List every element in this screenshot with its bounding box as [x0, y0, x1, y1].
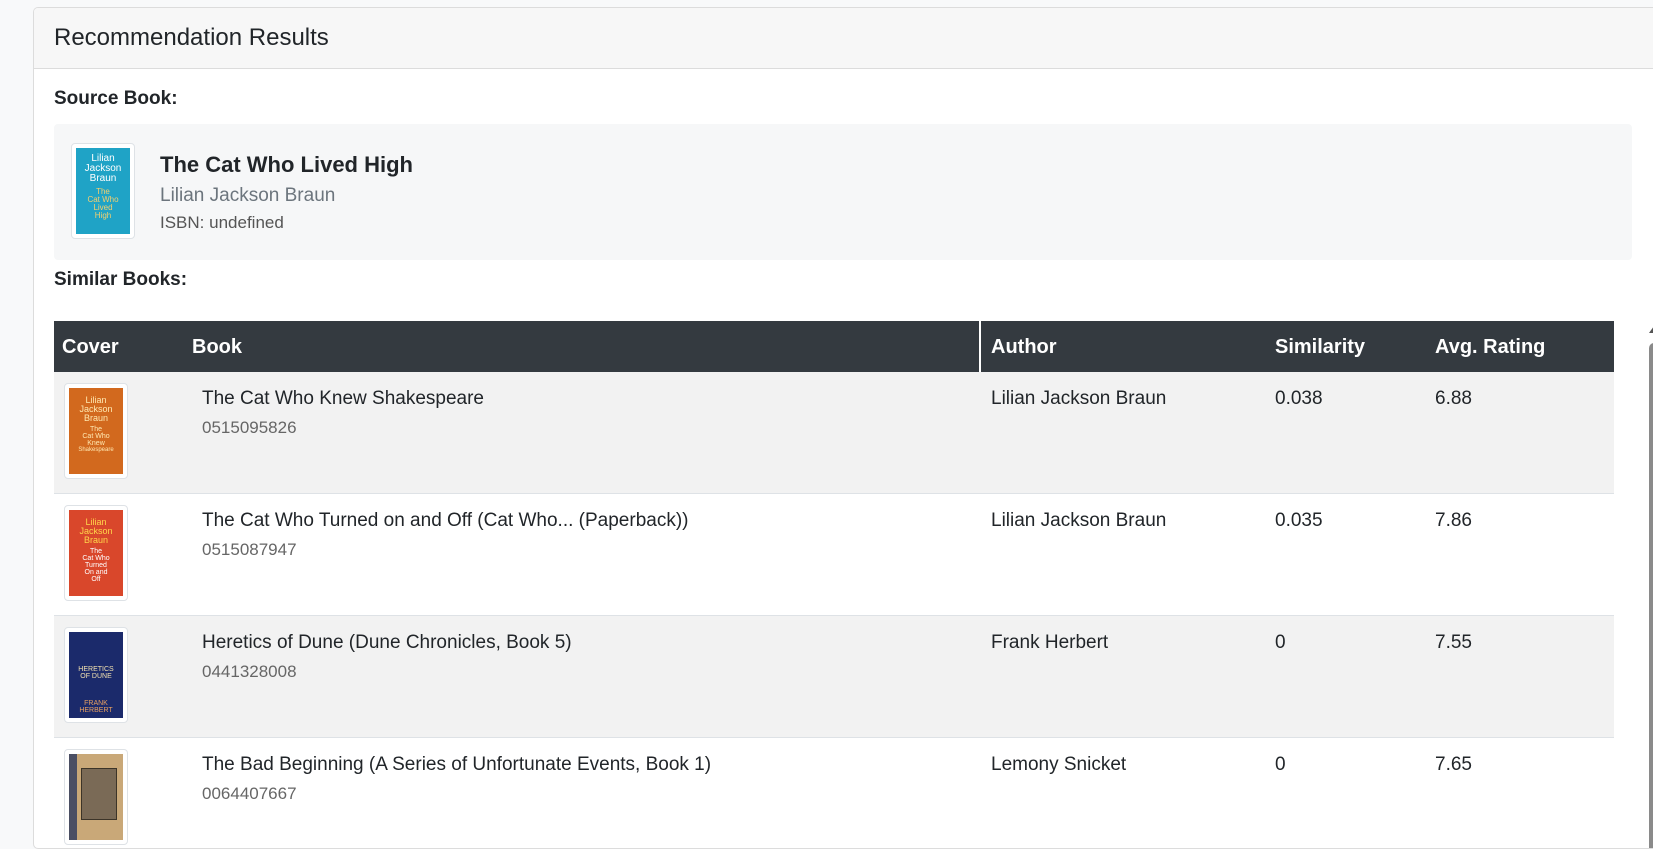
cover-text-line: Turned	[85, 562, 107, 569]
cover-text-line: Knew	[87, 440, 105, 447]
cover-text-line: On and	[84, 569, 108, 576]
source-book-title: The Cat Who Lived High	[160, 152, 413, 177]
book-cover: Lilian Jackson Braun The Cat Who Knew Sh…	[64, 383, 128, 479]
source-book-panel: Lilian Jackson Braun The Cat Who Lived H…	[54, 124, 1632, 260]
cover-text-line: FRANK	[84, 700, 108, 707]
cover-text-line: Braun	[83, 413, 109, 423]
scroll-up-arrow-icon[interactable]	[1649, 326, 1653, 333]
book-author: Lemony Snicket	[991, 754, 1127, 775]
cover-text-line: Off	[91, 576, 101, 583]
average-rating: 7.55	[1435, 632, 1472, 653]
table-scrollbar[interactable]	[1647, 321, 1653, 848]
cover-text-line: Braun	[89, 173, 117, 184]
average-rating: 7.65	[1435, 754, 1472, 775]
book-title: The Cat Who Knew Shakespeare	[202, 388, 484, 409]
table-row[interactable]: The Bad Beginning (A Series of Unfortuna…	[54, 738, 1614, 848]
source-book-isbn: ISBN: undefined	[160, 213, 284, 232]
source-book-label: Source Book:	[54, 88, 178, 109]
column-header-book[interactable]: Book	[192, 336, 242, 359]
cover-text-line: HERBERT	[79, 707, 113, 714]
cover-text-line: Cat Who	[82, 433, 110, 440]
book-cover: HERETICS OF DUNE FRANK HERBERT	[64, 627, 128, 723]
book-cover: Lilian Jackson Braun The Cat Who Turned …	[64, 505, 128, 601]
page-title: Recommendation Results	[54, 24, 329, 51]
similarity-score: 0	[1275, 632, 1286, 653]
source-book-author: Lilian Jackson Braun	[160, 185, 336, 206]
book-author: Lilian Jackson Braun	[991, 510, 1167, 531]
book-title: Heretics of Dune (Dune Chronicles, Book …	[202, 632, 572, 653]
book-isbn: 0064407667	[202, 784, 297, 803]
column-header-similarity[interactable]: Similarity	[1275, 336, 1365, 359]
column-header-rating[interactable]: Avg. Rating	[1435, 336, 1545, 359]
table-header: Cover Book Author Similarity Avg. Rating	[54, 321, 1614, 372]
book-isbn: 0441328008	[202, 662, 297, 681]
cover-text-line: OF DUNE	[80, 673, 112, 680]
column-header-author[interactable]: Author	[991, 336, 1057, 359]
similar-books-label: Similar Books:	[54, 269, 188, 290]
table-row[interactable]: Lilian Jackson Braun The Cat Who Turned …	[54, 494, 1614, 616]
table-row[interactable]: HERETICS OF DUNE FRANK HERBERT Heretics …	[54, 616, 1614, 738]
cover-text-line: HERETICS	[78, 666, 114, 673]
cover-text-line: The	[89, 426, 103, 433]
similarity-score: 0	[1275, 754, 1286, 775]
similarity-score: 0.035	[1275, 510, 1323, 531]
cover-image: Lilian Jackson Braun The Cat Who Lived H…	[76, 148, 130, 234]
cover-image: Lilian Jackson Braun The Cat Who Knew Sh…	[69, 388, 123, 474]
cover-image	[69, 754, 123, 840]
cover-text-line: The	[89, 548, 103, 555]
book-cover	[64, 749, 128, 845]
column-divider	[979, 321, 981, 372]
table-row[interactable]: Lilian Jackson Braun The Cat Who Knew Sh…	[54, 372, 1614, 494]
cover-text-line: High	[94, 211, 112, 220]
column-header-cover[interactable]: Cover	[62, 336, 119, 359]
book-title: The Cat Who Turned on and Off (Cat Who..…	[202, 510, 689, 531]
cover-image: Lilian Jackson Braun The Cat Who Turned …	[69, 510, 123, 596]
cover-text-line: Cat Who	[82, 555, 110, 562]
book-title: The Bad Beginning (A Series of Unfortuna…	[202, 754, 712, 775]
cover-image: HERETICS OF DUNE FRANK HERBERT	[69, 632, 123, 718]
cover-text-line: Braun	[83, 535, 109, 545]
scroll-thumb[interactable]	[1649, 343, 1653, 848]
cover-illustration	[81, 768, 117, 820]
cover-spine	[69, 754, 77, 840]
similarity-score: 0.038	[1275, 388, 1323, 409]
book-isbn: 0515087947	[202, 540, 297, 559]
similar-books-table: Cover Book Author Similarity Avg. Rating…	[54, 321, 1614, 848]
cover-text-line: Shakespeare	[78, 447, 114, 453]
recommendation-results-card: Recommendation Results Source Book: Lili…	[33, 7, 1653, 849]
book-author: Lilian Jackson Braun	[991, 388, 1167, 409]
source-book-cover: Lilian Jackson Braun The Cat Who Lived H…	[71, 143, 135, 239]
book-isbn: 0515095826	[202, 418, 297, 437]
average-rating: 6.88	[1435, 388, 1472, 409]
book-author: Frank Herbert	[991, 632, 1109, 653]
average-rating: 7.86	[1435, 510, 1472, 531]
card-header: Recommendation Results	[34, 8, 1653, 69]
